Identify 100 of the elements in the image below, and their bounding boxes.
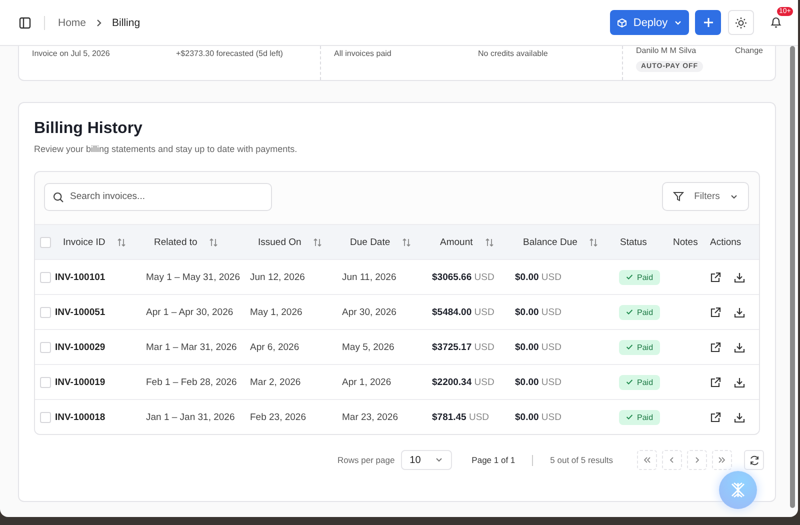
status-badge: Paid (619, 340, 660, 354)
table-cell: INV-100018 (55, 412, 106, 422)
bell-icon[interactable] (770, 16, 782, 29)
chevron-right-icon (693, 456, 701, 464)
open-external-icon[interactable] (710, 342, 721, 352)
column-header[interactable]: Invoice ID (63, 236, 106, 248)
rows-per-page-select[interactable]: 10 (400, 450, 452, 470)
breadcrumb-link[interactable]: Home (58, 16, 86, 28)
table-cell: Apr 1 – Apr 30, 2026 (146, 306, 234, 318)
table-cell: Apr 30, 2026 (342, 306, 396, 318)
table-cell: Mar 2, 2026 (250, 376, 301, 388)
chevron-right-icon (95, 18, 104, 26)
open-external-icon[interactable] (710, 272, 721, 282)
page-indicator: Page 1 of 1 (472, 455, 516, 465)
table-cell: $0.00 USD (515, 306, 562, 318)
table-cell: INV-100019 (55, 376, 106, 388)
refresh-button[interactable] (744, 450, 764, 470)
table-cell: Mar 23, 2026 (342, 412, 398, 422)
download-icon[interactable] (734, 306, 745, 318)
row-checkbox[interactable] (40, 376, 51, 388)
open-external-icon[interactable] (710, 306, 721, 318)
status-badge: Paid (619, 374, 660, 390)
table-cell: May 5, 2026 (342, 342, 394, 352)
refresh-icon (748, 454, 760, 466)
table-cell: $5484.00 USD (432, 306, 494, 318)
row-checkbox[interactable] (40, 306, 51, 318)
row-checkbox[interactable] (40, 272, 51, 282)
section-subtitle: Review your billing statements and stay up to date with payments. (34, 144, 298, 154)
table-cell: Jan 1 – Jan 31, 2026 (146, 412, 235, 422)
download-icon[interactable] (734, 342, 745, 352)
column-header: Notes (673, 236, 698, 248)
deploy-button[interactable]: Deploy (610, 10, 689, 35)
add-button[interactable] (695, 10, 721, 35)
sun-icon (735, 16, 747, 28)
search-icon (53, 192, 64, 202)
table-cell: $0.00 USD (515, 376, 562, 388)
section-title: Billing History (34, 120, 144, 138)
rows-per-page-label: Rows per page (338, 455, 395, 465)
summary-text: No credits available (478, 49, 549, 60)
table-cell: $0.00 USD (515, 272, 562, 282)
sidebar-toggle-icon[interactable] (19, 16, 31, 28)
search-field[interactable]: Search invoices... (44, 182, 272, 210)
column-header[interactable]: Balance Due (523, 236, 578, 248)
table-cell: Jun 12, 2026 (250, 272, 305, 282)
table-cell: $3725.17 USD (432, 342, 494, 352)
table-cell: $0.00 USD (515, 342, 562, 352)
column-header[interactable]: Amount (440, 236, 473, 248)
column-header: Status (620, 236, 647, 248)
status-badge: Paid (619, 270, 660, 284)
column-header[interactable]: Due Date (350, 236, 390, 248)
table-cell: May 1 – May 31, 2026 (146, 272, 240, 282)
first-page-button[interactable] (637, 450, 657, 470)
summary-text: Invoice on Jul 5, 2026 (32, 49, 111, 60)
table-cell: INV-100101 (55, 272, 106, 282)
theme-toggle-button[interactable] (728, 10, 754, 35)
scrollbar[interactable] (790, 46, 795, 508)
table-cell: May 1, 2026 (250, 306, 302, 318)
download-icon[interactable] (734, 272, 745, 282)
double-chevron-left-icon (643, 456, 651, 464)
caret-icon (730, 192, 738, 200)
table-cell: Feb 1 – Feb 28, 2026 (146, 376, 237, 388)
results-count: 5 out of 5 results (550, 455, 613, 465)
open-external-icon[interactable] (710, 376, 721, 388)
table-cell: $0.00 USD (515, 412, 562, 422)
last-page-button[interactable] (712, 450, 732, 470)
open-external-icon[interactable] (710, 412, 721, 422)
table-cell: $2200.34 USD (432, 376, 494, 388)
change-link[interactable]: Change (734, 46, 763, 55)
table-cell: INV-100051 (55, 306, 106, 318)
status-badge: Paid (619, 304, 660, 320)
caret-icon (674, 18, 682, 26)
sort-icon[interactable] (313, 238, 322, 246)
table-cell: Jun 11, 2026 (342, 272, 396, 282)
table-cell: INV-100029 (55, 342, 106, 352)
column-header[interactable]: Related to (154, 236, 198, 248)
double-chevron-right-icon (718, 456, 726, 464)
sort-icon[interactable] (402, 238, 412, 246)
summary-text: +$2373.30 forecasted (5d left) (176, 49, 284, 60)
asterisk-icon (729, 481, 747, 499)
filters-button[interactable]: Filters (662, 182, 749, 211)
breadcrumb-link[interactable]: Billing (112, 16, 140, 28)
caret-icon (434, 456, 443, 464)
download-icon[interactable] (734, 376, 745, 388)
chevron-left-icon (668, 456, 676, 464)
row-checkbox[interactable] (40, 412, 51, 422)
sort-icon[interactable] (484, 238, 494, 246)
sort-icon[interactable] (589, 238, 598, 246)
status-badge: Paid (619, 410, 660, 424)
sort-icon[interactable] (209, 238, 218, 246)
table-cell: $3065.66 USD (432, 272, 494, 282)
download-icon[interactable] (734, 412, 745, 422)
table-cell: Mar 1 – Mar 31, 2026 (146, 342, 237, 352)
table-cell: $781.45 USD (432, 412, 490, 422)
column-header[interactable]: Issued On (258, 236, 302, 248)
sort-icon[interactable] (117, 238, 126, 246)
summary-text: All invoices paid (334, 49, 392, 60)
account-owner-name: Danilo M M Silva (636, 46, 696, 55)
row-checkbox[interactable] (40, 342, 51, 352)
table-cell: Apr 1, 2026 (342, 376, 392, 388)
select-all-checkbox[interactable] (40, 236, 51, 248)
